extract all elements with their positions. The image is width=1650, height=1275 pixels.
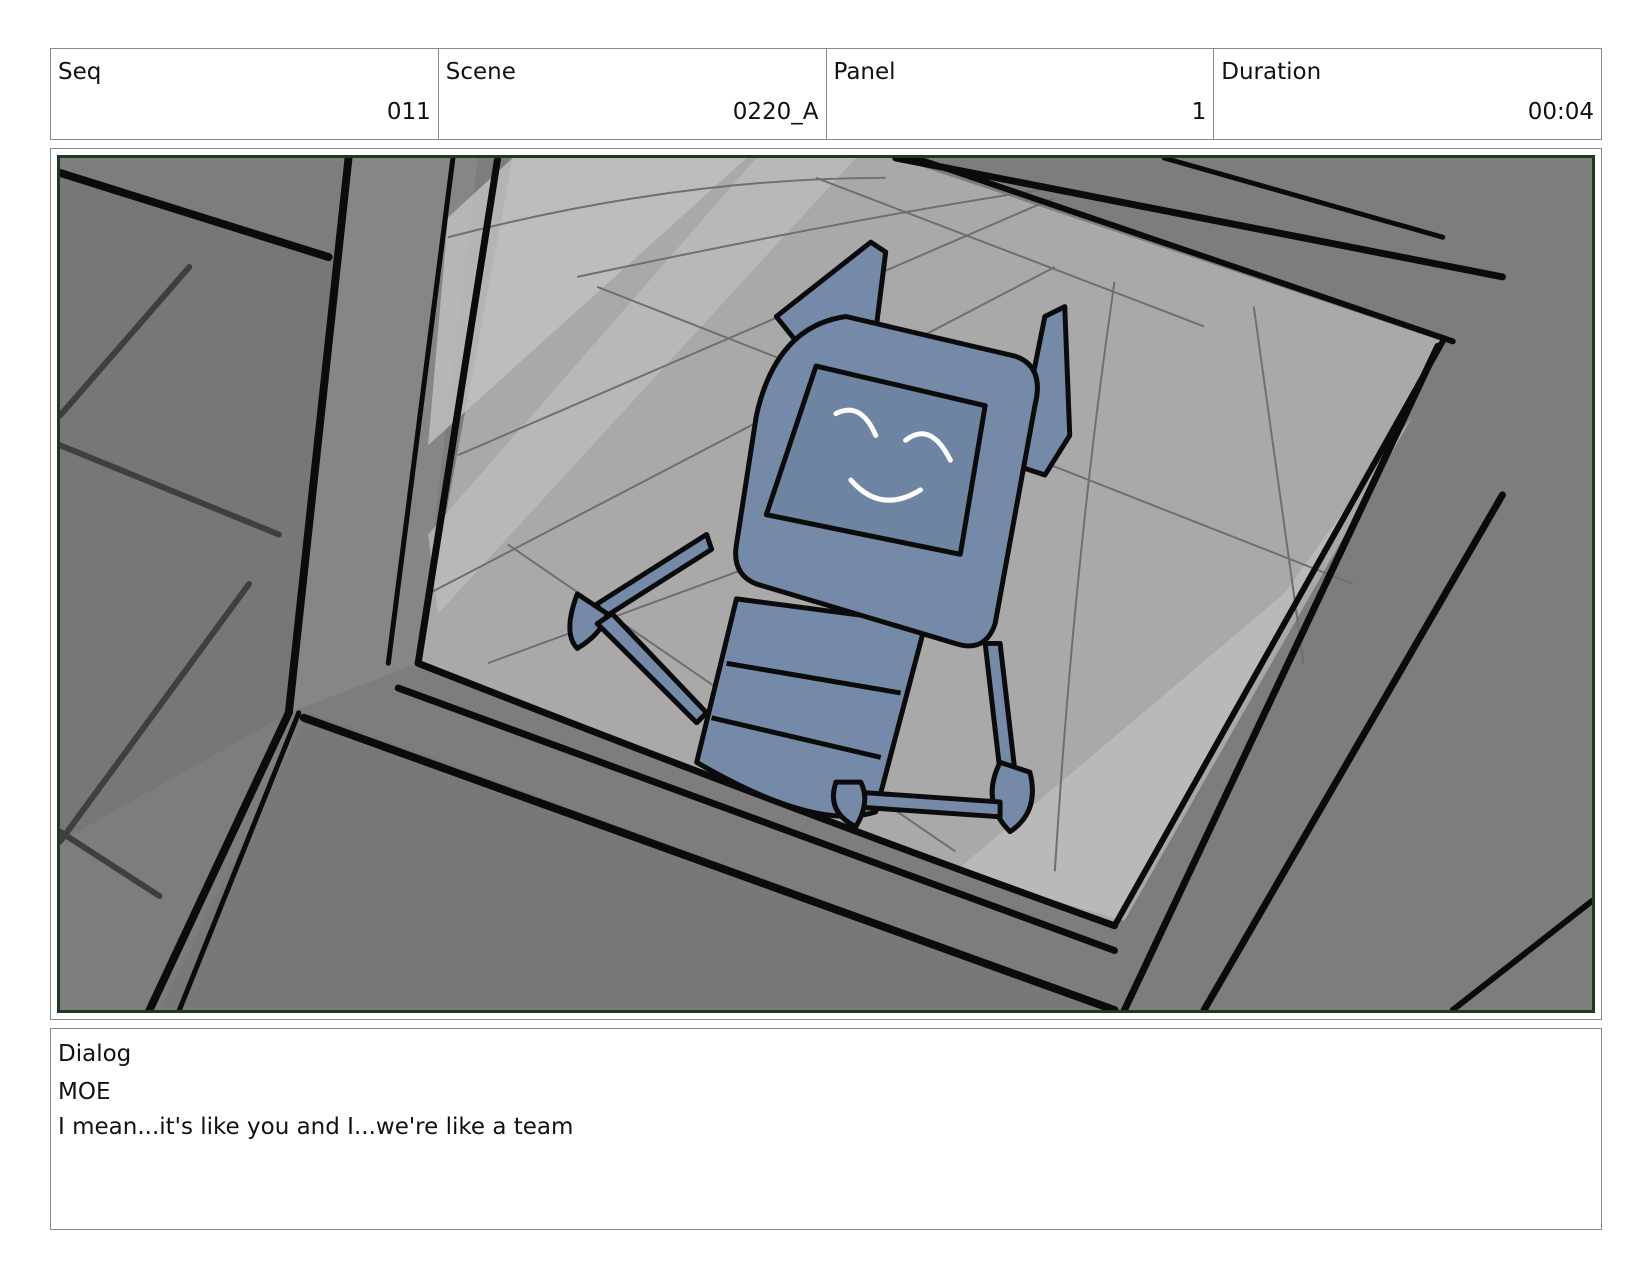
seq-value: 011	[386, 99, 431, 125]
dialog-speaker: MOE	[58, 1079, 111, 1105]
scene-label: Scene	[445, 59, 516, 85]
duration-label: Duration	[1221, 59, 1322, 85]
dialog-line: I mean...it's like you and I...we're lik…	[58, 1114, 574, 1140]
panel-value: 1	[1191, 99, 1207, 125]
duration-cell: Duration 00:04	[1214, 49, 1601, 139]
panel-header: Seq 011 Scene 0220_A Panel 1 Duration 00…	[50, 48, 1602, 140]
storyboard-drawing	[57, 155, 1595, 1013]
duration-value: 00:04	[1527, 99, 1594, 125]
dialog-label: Dialog	[58, 1041, 132, 1067]
seq-cell: Seq 011	[51, 49, 439, 139]
dialog-box: Dialog MOE I mean...it's like you and I.…	[50, 1028, 1602, 1230]
panel-label: Panel	[833, 59, 896, 85]
scene-cell: Scene 0220_A	[439, 49, 827, 139]
seq-label: Seq	[58, 59, 102, 85]
scene-value: 0220_A	[732, 99, 819, 125]
storyboard-frame	[50, 148, 1602, 1020]
panel-cell: Panel 1	[827, 49, 1215, 139]
